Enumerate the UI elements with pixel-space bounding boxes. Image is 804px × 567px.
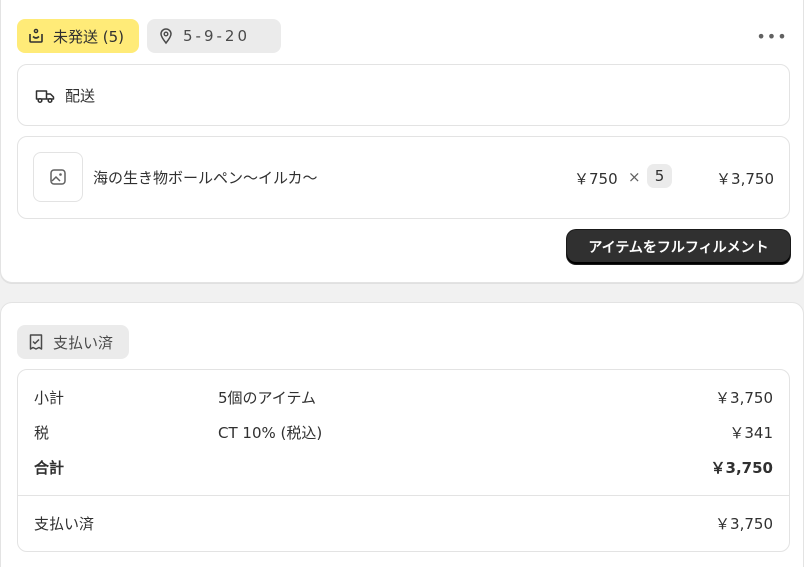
tax-amount: ￥341	[729, 424, 773, 442]
paid-label: 支払い済	[34, 515, 95, 533]
subtotal-label: 小計	[34, 389, 65, 407]
line-item-total: ￥3,750	[716, 170, 774, 188]
unfulfilled-icon	[29, 28, 43, 43]
payment-receipt-icon	[29, 334, 43, 350]
line-item-unit-price: ￥750	[574, 170, 618, 188]
total-row: 合計 ￥3,750	[34, 457, 773, 477]
subtotal-amount: ￥3,750	[715, 389, 773, 407]
tax-row: 税 CT 10% (税込) ￥341	[34, 422, 773, 442]
delivery-label: 配送	[65, 87, 96, 105]
location-label: 5-9-20	[183, 27, 250, 45]
delivery-method-box: 配送	[17, 64, 790, 126]
line-item-quantity: 5	[647, 164, 672, 188]
subtotal-description: 5個のアイテム	[218, 389, 317, 407]
location-badge: 5-9-20	[147, 19, 281, 53]
delivery-truck-icon	[35, 89, 55, 103]
tax-description[interactable]: CT 10% (税込)	[218, 422, 322, 443]
paid-status-label: 支払い済	[53, 333, 114, 352]
paid-status-badge: 支払い済	[17, 325, 129, 359]
multiply-sign: ×	[628, 168, 641, 186]
product-thumbnail	[33, 152, 83, 202]
unfulfilled-status-badge: 未発送 (5)	[17, 19, 139, 53]
location-pin-icon	[160, 28, 172, 45]
more-horizontal-icon: •••	[756, 26, 788, 46]
image-placeholder-icon	[50, 169, 66, 185]
unfulfilled-status-label: 未発送 (5)	[53, 27, 125, 46]
total-amount: ￥3,750	[710, 459, 773, 477]
fulfill-items-button[interactable]: アイテムをフルフィルメント	[567, 230, 790, 264]
line-item-box: 海の生き物ボールペン〜イルカ〜 ￥750 × 5 ￥3,750	[17, 136, 790, 219]
fulfillment-card: 未発送 (5) 5-9-20 ••• 配送 海の生き物ボールペン〜イルカ〜 ￥7…	[0, 0, 804, 283]
more-actions-button[interactable]: •••	[756, 25, 788, 47]
tax-label: 税	[34, 424, 50, 442]
line-item-title[interactable]: 海の生き物ボールペン〜イルカ〜	[93, 167, 318, 188]
subtotal-row: 小計 5個のアイテム ￥3,750	[34, 387, 773, 407]
payment-card: 支払い済 小計 5個のアイテム ￥3,750 税 CT 10% (税込) ￥34…	[0, 302, 804, 567]
paid-row: 支払い済 ￥3,750	[34, 513, 773, 533]
total-label: 合計	[34, 459, 65, 477]
paid-amount: ￥3,750	[715, 515, 773, 533]
summary-divider	[18, 495, 789, 496]
payment-summary-box: 小計 5個のアイテム ￥3,750 税 CT 10% (税込) ￥341 合計 …	[17, 369, 790, 552]
